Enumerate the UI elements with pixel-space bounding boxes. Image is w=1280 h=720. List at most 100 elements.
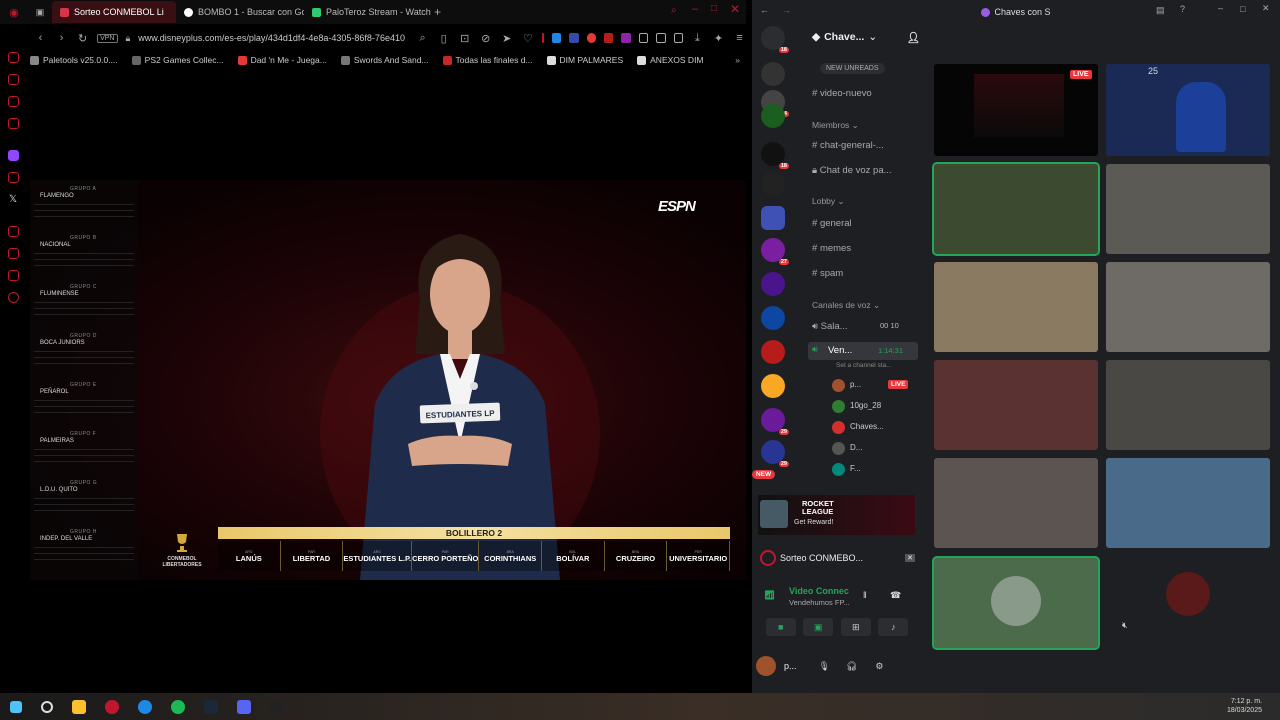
camera-button[interactable]: ■: [765, 618, 796, 636]
avatar[interactable]: [832, 463, 845, 476]
camera-tile[interactable]: [1106, 164, 1270, 254]
sidebar-app-icon[interactable]: [8, 248, 19, 259]
camera-tile[interactable]: [1106, 458, 1270, 548]
video-player[interactable]: GRUPO A FLAMENGO GRUPO B NACIONAL GRUPO C FLU…: [30, 180, 746, 580]
sidebar-app-icon[interactable]: [8, 52, 19, 63]
server-icon[interactable]: [761, 272, 785, 296]
windows-start-icon[interactable]: [10, 700, 22, 713]
camera-tile[interactable]: [1106, 360, 1270, 450]
bookmark-item[interactable]: ANEXOS DIM: [637, 55, 704, 65]
voice-user-name[interactable]: D...: [850, 443, 862, 452]
voice-user-name[interactable]: p...: [850, 380, 861, 389]
menu-icon[interactable]: ≡: [733, 32, 746, 44]
help-icon[interactable]: ?: [1180, 4, 1185, 14]
avatar[interactable]: [756, 656, 776, 676]
activities-button[interactable]: ⊞: [840, 618, 871, 636]
browser-menu-icon[interactable]: ◉: [0, 6, 28, 19]
download-icon[interactable]: ⤓: [691, 32, 704, 45]
send-icon[interactable]: ➤: [500, 32, 513, 45]
bookmark-item[interactable]: PS2 Games Collec...: [131, 55, 224, 65]
sidebar-app-icon[interactable]: [8, 270, 19, 281]
server-icon[interactable]: 29: [761, 440, 789, 467]
extension-icon[interactable]: [569, 33, 579, 43]
category-miembros[interactable]: Miembros ⌄: [812, 120, 859, 131]
back-icon[interactable]: ‹: [34, 32, 47, 44]
sidebar-app-icon[interactable]: [8, 226, 19, 237]
channel-memes[interactable]: # memes: [812, 243, 851, 254]
soundboard-button[interactable]: ♪: [878, 618, 909, 636]
avatar[interactable]: [832, 421, 845, 434]
discord-minimize-button[interactable]: –: [1218, 3, 1223, 13]
tab-bombo[interactable]: BOMBO 1 - Buscar con Go: [176, 1, 304, 23]
opera-gx-icon[interactable]: [105, 699, 119, 714]
camera-tile[interactable]: [934, 458, 1098, 548]
discord-forward-icon[interactable]: →: [782, 5, 791, 15]
ai-icon[interactable]: ✦: [712, 32, 725, 45]
spotify-icon[interactable]: [171, 699, 185, 714]
new-tab-button[interactable]: +: [434, 5, 441, 19]
heart-icon[interactable]: ♡: [521, 32, 534, 45]
url-field[interactable]: www.disneyplus.com/es-es/play/434d1df4-4…: [138, 33, 408, 43]
voice-user-name[interactable]: 10go_28: [850, 401, 881, 410]
x-icon[interactable]: 𝕏: [9, 194, 17, 205]
stream-tile-live[interactable]: LIVE: [934, 64, 1098, 156]
discord-icon[interactable]: [237, 699, 251, 714]
channel-spam[interactable]: # spam: [812, 268, 843, 279]
mic-icon[interactable]: 🎙︎: [819, 661, 830, 672]
camera-tile[interactable]: [932, 162, 1100, 256]
file-explorer-icon[interactable]: [72, 699, 86, 714]
record-icon[interactable]: [586, 33, 597, 43]
sidebar-app-icon[interactable]: [8, 74, 19, 85]
channel-chat-voz[interactable]: 🔒︎ Chat de voz pa...: [812, 165, 892, 176]
voice-channel-ven[interactable]: 🔊︎ Ven... 1:14:31: [808, 342, 918, 360]
server-icon[interactable]: [761, 104, 785, 128]
close-icon[interactable]: ✕: [905, 554, 915, 562]
search-tabs-icon[interactable]: ⌕: [671, 5, 677, 16]
discord-back-icon[interactable]: ←: [760, 5, 769, 15]
headphones-icon[interactable]: 🎧︎: [846, 661, 857, 672]
extension-icon[interactable]: [542, 33, 545, 43]
avatar-tile[interactable]: 🔇︎: [1106, 558, 1270, 648]
extension-icon[interactable]: [673, 33, 683, 43]
sidebar-app-icon[interactable]: [8, 118, 19, 129]
edge-icon[interactable]: [138, 699, 152, 714]
extension-icon[interactable]: [621, 33, 631, 43]
add-member-icon[interactable]: 👤︎: [907, 31, 920, 44]
server-header[interactable]: ◆ Chave... ⌄ 👤︎: [812, 31, 920, 44]
bookmark-item[interactable]: Todas las finales d...: [442, 55, 533, 65]
obs-icon[interactable]: [270, 699, 284, 714]
server-icon[interactable]: 18: [761, 142, 789, 169]
voice-user-name[interactable]: Chaves...: [850, 422, 884, 431]
forward-icon[interactable]: ›: [55, 32, 68, 44]
server-icon[interactable]: [761, 374, 785, 398]
folder-icon[interactable]: [761, 206, 785, 230]
avatar[interactable]: [832, 442, 845, 455]
new-unreads-pill[interactable]: NEW UNREADS: [820, 63, 885, 74]
bookmark-item[interactable]: DIM PALMARES: [546, 55, 623, 65]
zoom-icon[interactable]: ⌕: [416, 32, 429, 45]
bookmark-item[interactable]: Paletools v25.0.0....: [30, 55, 118, 65]
category-canales-voz[interactable]: Canales de voz ⌄: [812, 300, 880, 311]
tabs-icon[interactable]: ▣: [28, 7, 52, 18]
instagram-icon[interactable]: [8, 172, 19, 183]
channel-status-hint[interactable]: Set a channel sta...: [836, 362, 892, 369]
server-icon[interactable]: 27: [761, 238, 789, 265]
avatar-tile[interactable]: [932, 556, 1100, 650]
minimize-button[interactable]: –: [692, 3, 698, 15]
twitch-icon[interactable]: [8, 150, 19, 161]
search-icon[interactable]: [41, 700, 53, 713]
bookmark-icon[interactable]: ▯: [437, 32, 450, 45]
activity-card[interactable]: Sorteo CONMEBO... ✕: [760, 548, 915, 568]
puzzle-icon[interactable]: [638, 33, 649, 43]
server-icon[interactable]: [761, 306, 785, 330]
taskbar-clock[interactable]: 7:12 p. m. 18/03/2025: [1227, 697, 1262, 715]
screen-share-button[interactable]: ▣: [803, 618, 834, 636]
bookmark-item[interactable]: Swords And Sand...: [340, 55, 429, 65]
voice-user-name[interactable]: F...: [850, 464, 861, 473]
gear-icon[interactable]: ⚙: [875, 661, 883, 672]
channel-general[interactable]: # general: [812, 218, 852, 229]
tab-sorteo[interactable]: Sorteo CONMEBOL Li: [52, 1, 176, 23]
server-icon[interactable]: [761, 340, 785, 364]
steam-icon[interactable]: [204, 699, 218, 714]
channel-chat-general[interactable]: # chat-general-...: [812, 140, 884, 151]
